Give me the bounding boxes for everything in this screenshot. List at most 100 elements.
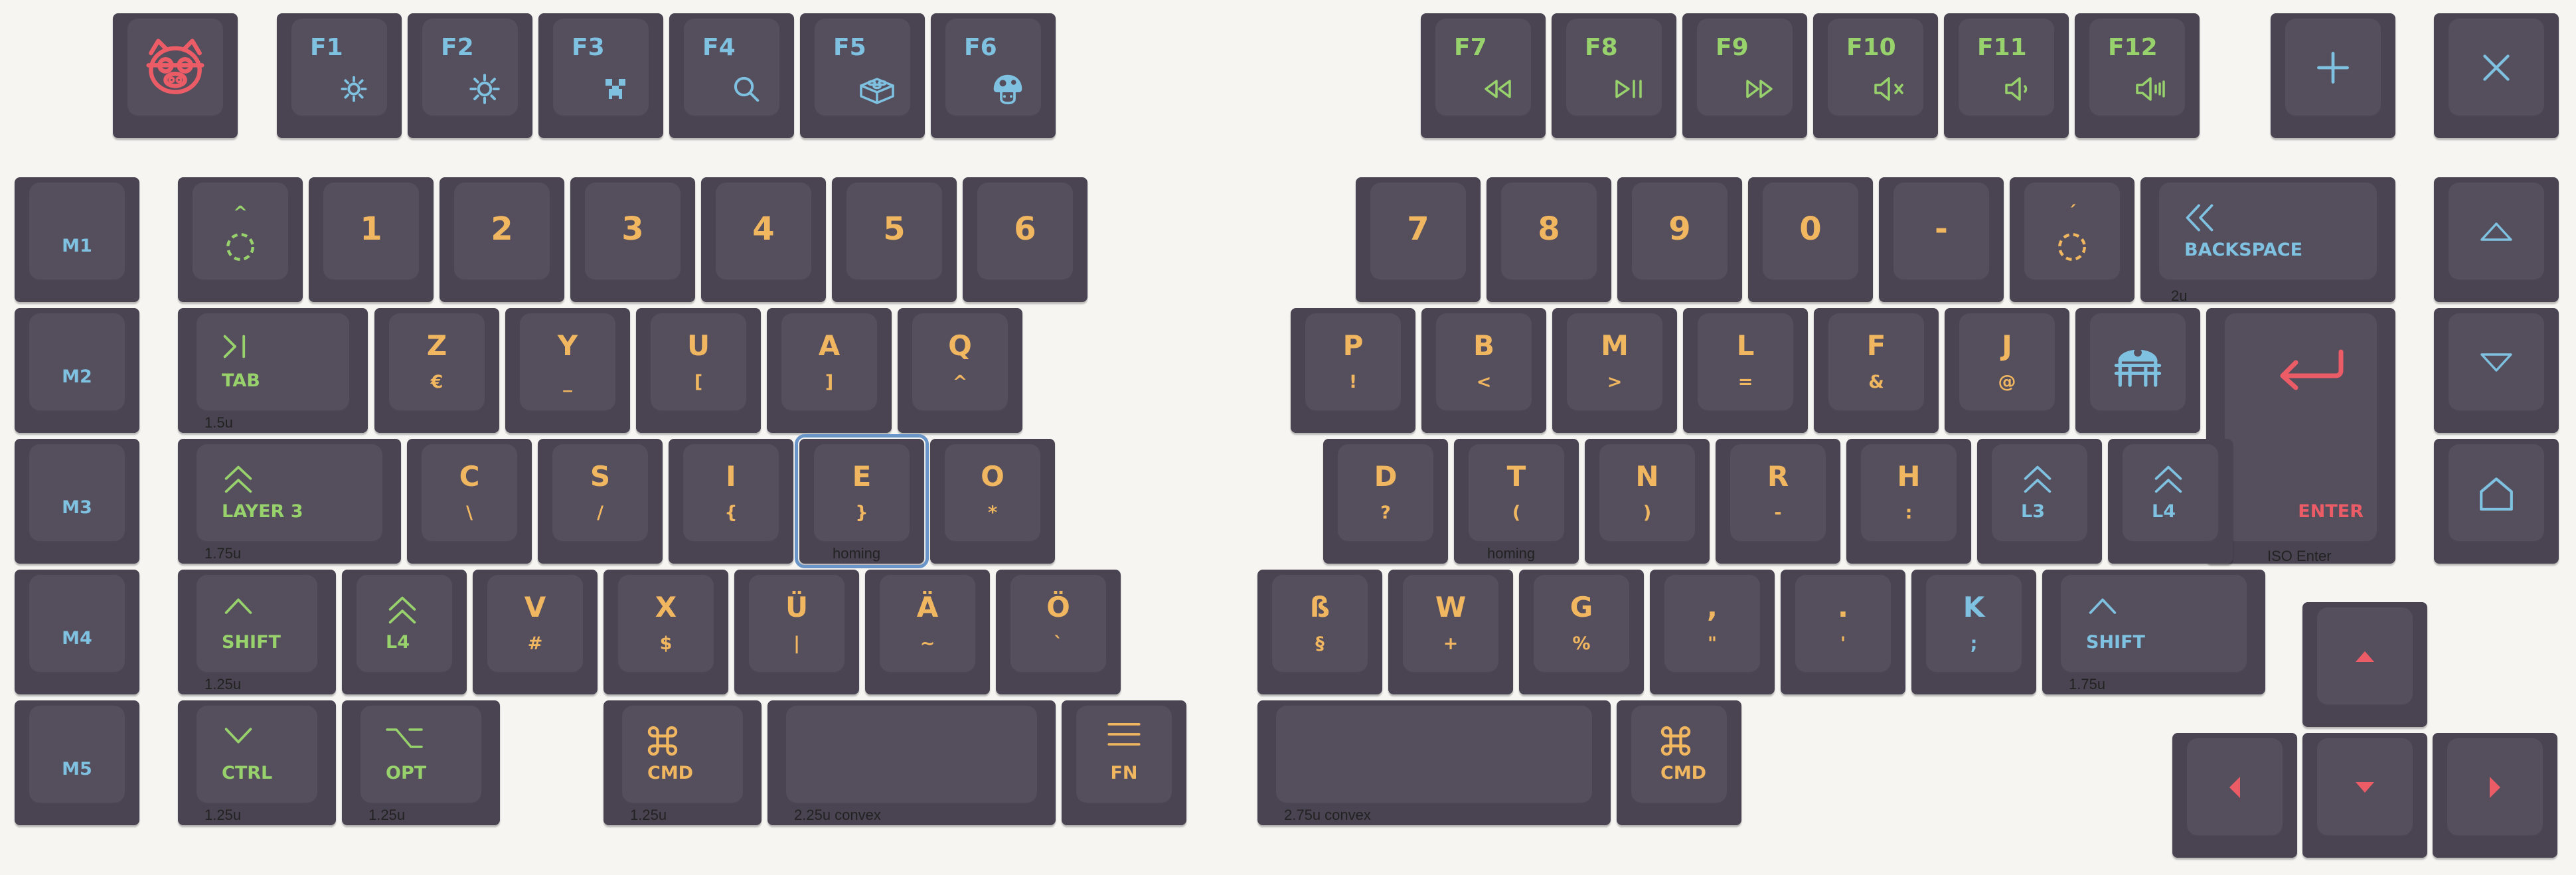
key-droid[interactable] xyxy=(2075,308,2200,433)
key-f3[interactable]: F3 xyxy=(538,13,663,138)
key-k[interactable]: K; xyxy=(1911,570,2036,694)
key-f10[interactable]: F10 xyxy=(1813,13,1938,138)
key-ctrl[interactable]: CTRL xyxy=(178,700,336,825)
key-l4left[interactable]: L4 xyxy=(342,570,467,694)
key-lshift[interactable]: SHIFT xyxy=(178,570,336,694)
key-m4[interactable]: M4 xyxy=(15,570,139,694)
key-f2[interactable]: F2 xyxy=(408,13,532,138)
key-label: BACKSPACE xyxy=(2184,240,2303,260)
key-m1[interactable]: M1 xyxy=(15,177,139,302)
key-down-panel[interactable] xyxy=(2434,308,2559,433)
key-j[interactable]: J @ xyxy=(1945,308,2069,433)
key-fn[interactable]: FN xyxy=(1062,700,1186,825)
key-m3[interactable]: M3 xyxy=(15,439,139,564)
key-f8[interactable]: F8 xyxy=(1552,13,1676,138)
key-a[interactable]: A] xyxy=(767,308,892,433)
key-m2[interactable]: M2 xyxy=(15,308,139,433)
key-o[interactable]: O * xyxy=(930,439,1055,564)
key-label: TAB xyxy=(222,370,260,391)
key-comma[interactable]: , " xyxy=(1650,570,1775,694)
menu-icon xyxy=(1106,719,1142,752)
key-n0[interactable]: 0 xyxy=(1748,177,1873,302)
key-f9[interactable]: F9 xyxy=(1682,13,1807,138)
key-sublegend: + xyxy=(1443,633,1459,654)
key-l4right[interactable]: L4 xyxy=(2108,439,2233,564)
key-arrow-up[interactable] xyxy=(2302,602,2427,727)
key-h[interactable]: H: xyxy=(1846,439,1971,564)
key-p[interactable]: P! xyxy=(1291,308,1415,433)
key-f12[interactable]: F12 xyxy=(2075,13,2200,138)
key-r[interactable]: R- xyxy=(1716,439,1840,564)
key-m5[interactable]: M5 xyxy=(15,700,139,825)
key-d[interactable]: D? xyxy=(1323,439,1448,564)
key-label: M5 xyxy=(62,759,92,779)
key-n6[interactable]: 6 xyxy=(963,177,1087,302)
key-f6[interactable]: F6 xyxy=(931,13,1056,138)
key-ue[interactable]: Ü | xyxy=(734,570,859,694)
key-arrow-down[interactable] xyxy=(2302,733,2427,858)
key-acute[interactable]: ´ xyxy=(2010,177,2134,302)
key-u[interactable]: U[ xyxy=(636,308,761,433)
key-q[interactable]: Q ^ xyxy=(898,308,1022,433)
key-minus[interactable]: - xyxy=(1879,177,2004,302)
key-opt[interactable]: OPT xyxy=(342,700,500,825)
key-n3[interactable]: 3 xyxy=(570,177,695,302)
key-label: Z xyxy=(426,329,447,362)
key-plus[interactable] xyxy=(2271,13,2395,138)
arrow-down-icon xyxy=(2353,779,2377,798)
key-up-panel[interactable] xyxy=(2434,177,2559,302)
chevron-down-icon xyxy=(220,724,256,750)
key-w[interactable]: W + xyxy=(1388,570,1513,694)
key-enter[interactable]: ENTER xyxy=(2206,308,2395,564)
key-f7[interactable]: F7 xyxy=(1421,13,1546,138)
key-n2[interactable]: 2 xyxy=(440,177,564,302)
key-logo[interactable] xyxy=(113,13,238,138)
double-chevron-up-icon xyxy=(220,463,256,499)
key-f4[interactable]: F4 xyxy=(669,13,794,138)
key-b[interactable]: B < xyxy=(1421,308,1546,433)
arrow-left-icon xyxy=(2227,774,2243,803)
key-z[interactable]: Z € xyxy=(374,308,499,433)
key-close[interactable] xyxy=(2434,13,2559,138)
key-label: Q xyxy=(948,329,972,362)
key-sublegend: | xyxy=(793,633,800,654)
keycap-top xyxy=(814,444,910,542)
key-s[interactable]: S / xyxy=(538,439,663,564)
key-ae[interactable]: Ä ~ xyxy=(865,570,990,694)
key-v[interactable]: V # xyxy=(473,570,598,694)
key-f[interactable]: F & xyxy=(1814,308,1939,433)
key-oe[interactable]: Ö ` xyxy=(996,570,1121,694)
key-f11[interactable]: F11 xyxy=(1944,13,2069,138)
key-x[interactable]: X $ xyxy=(604,570,728,694)
key-f1[interactable]: F1 xyxy=(277,13,402,138)
keycap-top xyxy=(618,575,714,673)
key-rcmd[interactable]: CMD xyxy=(1617,700,1741,825)
key-label: F xyxy=(1866,329,1886,362)
brightness-up-icon xyxy=(469,74,500,107)
key-home[interactable] xyxy=(2434,439,2559,564)
key-sz[interactable]: ß § xyxy=(1257,570,1382,694)
key-l3[interactable]: L3 xyxy=(1977,439,2102,564)
key-l[interactable]: L = xyxy=(1683,308,1808,433)
key-arrow-left[interactable] xyxy=(2172,733,2297,858)
key-n7[interactable]: 7 xyxy=(1356,177,1481,302)
key-n8[interactable]: 8 xyxy=(1487,177,1611,302)
key-lcmd[interactable]: CMD xyxy=(604,700,762,825)
key-period[interactable]: . ' xyxy=(1781,570,1905,694)
key-f5[interactable]: F5 xyxy=(800,13,925,138)
key-label: E xyxy=(852,460,872,493)
key-n9[interactable]: 9 xyxy=(1617,177,1742,302)
key-label: R xyxy=(1767,460,1789,493)
key-n[interactable]: N) xyxy=(1585,439,1710,564)
key-n4[interactable]: 4 xyxy=(701,177,826,302)
key-backspace[interactable]: BACKSPACE xyxy=(2140,177,2395,302)
key-i[interactable]: I{ xyxy=(669,439,793,564)
key-g[interactable]: G% xyxy=(1519,570,1644,694)
key-n5[interactable]: 5 xyxy=(832,177,957,302)
key-c[interactable]: C \ xyxy=(407,439,532,564)
key-circumflex[interactable]: ^ xyxy=(178,177,303,302)
key-m[interactable]: M > xyxy=(1552,308,1677,433)
key-y[interactable]: Y _ xyxy=(505,308,630,433)
key-n1[interactable]: 1 xyxy=(309,177,434,302)
key-arrow-right[interactable] xyxy=(2433,733,2557,858)
